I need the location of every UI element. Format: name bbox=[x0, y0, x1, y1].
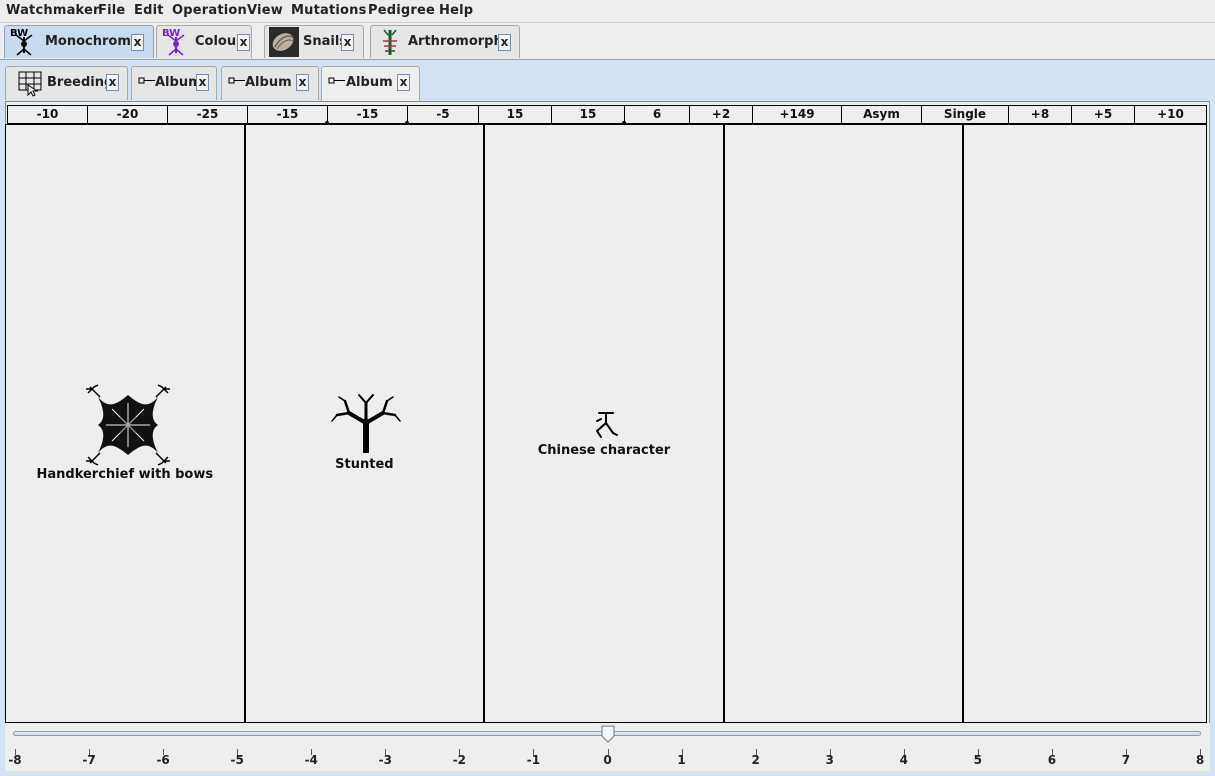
slider-tick-label: -4 bbox=[304, 753, 318, 767]
tab-album-close-button[interactable]: x bbox=[196, 74, 209, 91]
slider-tick-label: 3 bbox=[825, 753, 834, 767]
biomorph-caption: Stunted bbox=[335, 457, 394, 472]
stunted-tree-biomorph bbox=[330, 394, 401, 453]
slider-tick-label: 6 bbox=[1047, 753, 1057, 767]
album-cell-empty[interactable] bbox=[964, 125, 1206, 722]
gene-box[interactable]: -20 bbox=[88, 106, 168, 123]
breeding-grid-icon bbox=[18, 71, 42, 97]
gene-value: 6 bbox=[652, 107, 662, 121]
monochrome-biomorph-icon: BW bbox=[10, 28, 33, 56]
slider-thumb[interactable] bbox=[601, 725, 615, 743]
album-cell-handkerchief[interactable]: Handkerchief with bows bbox=[6, 125, 246, 722]
tab-breeding-close-button[interactable]: x bbox=[106, 74, 119, 91]
biomorph-caption: Chinese character bbox=[537, 443, 671, 458]
gene-box-marked[interactable]: -5 bbox=[405, 106, 479, 125]
gene-box-marked[interactable]: 6 bbox=[622, 106, 690, 125]
slider-tick-label: -7 bbox=[82, 753, 96, 767]
tab-snails-close-button[interactable]: x bbox=[341, 34, 354, 51]
slider-tick-label: 7 bbox=[1121, 753, 1131, 767]
tab-monochrome[interactable]: BW Monochrome x bbox=[4, 25, 154, 58]
gene-box[interactable]: 15 bbox=[479, 106, 552, 123]
tab-album-2[interactable]: Album 2 x bbox=[321, 66, 420, 101]
menu-pedigree[interactable]: Pedigree bbox=[368, 3, 435, 18]
slider-tick-label: 4 bbox=[899, 753, 908, 767]
slider-tick-label: 2 bbox=[751, 753, 760, 767]
tab-album-label: Album bbox=[155, 75, 202, 90]
chinese-character-biomorph bbox=[596, 412, 619, 438]
menu-watchmaker[interactable]: Watchmaker bbox=[6, 3, 100, 18]
slider-tick-label: 1 bbox=[677, 753, 686, 767]
gene-value: -15 bbox=[356, 107, 379, 121]
tab-snails[interactable]: Snails x bbox=[264, 25, 364, 58]
slider-tick-label: -6 bbox=[156, 753, 170, 767]
slider-tick-label: 0 bbox=[603, 753, 612, 767]
gene-box[interactable]: +149 bbox=[753, 106, 842, 123]
gene-box[interactable]: +10 bbox=[1135, 106, 1206, 123]
gene-box[interactable]: -25 bbox=[168, 106, 248, 123]
tab-monochrome-label: Monochrome bbox=[45, 34, 140, 49]
tab-colour[interactable]: BW Colour x bbox=[156, 25, 252, 58]
menu-help[interactable]: Help bbox=[439, 3, 473, 18]
snail-shell-icon bbox=[269, 27, 299, 57]
species-tab-row: BW Monochrome x BW Colour x Snails x Art… bbox=[0, 23, 1215, 59]
gene-box[interactable]: +2 bbox=[690, 106, 753, 123]
menu-operation[interactable]: Operation bbox=[172, 3, 247, 18]
album-cell-empty[interactable] bbox=[725, 125, 965, 722]
slider-tick-label: -2 bbox=[452, 753, 467, 767]
tab-album-1-close-button[interactable]: x bbox=[296, 74, 309, 91]
tab-arthromorphs-close-button[interactable]: x bbox=[498, 34, 511, 51]
gene-box[interactable]: 15 bbox=[552, 106, 625, 123]
zoom-slider[interactable]: -8 -7 -6 -5 -4 -3 -2 -1 0 1 2 3 4 5 6 7 8 bbox=[5, 723, 1210, 771]
menu-bar: Watchmaker File Edit Operation View Muta… bbox=[0, 0, 1215, 23]
menu-file[interactable]: File bbox=[98, 3, 125, 18]
tab-monochrome-close-button[interactable]: x bbox=[131, 34, 144, 51]
gene-box[interactable]: Asym bbox=[842, 106, 922, 123]
tab-colour-close-button[interactable]: x bbox=[237, 34, 250, 51]
tab-arthromorphs[interactable]: Arthromorphs x bbox=[370, 25, 520, 58]
gene-bar: -10 -20 -25 -15 -15 -5 15 15 6 +2 +149 A… bbox=[7, 105, 1207, 125]
handkerchief-biomorph bbox=[86, 384, 170, 466]
tab-arthromorphs-label: Arthromorphs bbox=[408, 34, 511, 49]
album-cell-chinese-character[interactable]: Chinese character bbox=[485, 125, 725, 722]
album-icon bbox=[328, 77, 345, 84]
menu-view[interactable]: View bbox=[247, 3, 283, 18]
album-icon bbox=[138, 77, 155, 84]
tab-album-1[interactable]: Album 1 x bbox=[221, 66, 319, 100]
tab-album[interactable]: Album x bbox=[131, 66, 217, 100]
gene-box-marked[interactable]: -15 bbox=[325, 106, 408, 125]
menu-mutations[interactable]: Mutations bbox=[291, 3, 367, 18]
album-cell-stunted[interactable]: Stunted bbox=[246, 125, 486, 722]
slider-tick-label: -8 bbox=[8, 753, 22, 767]
slider-tick-label: 8 bbox=[1195, 753, 1205, 767]
tab-breeding-label: Breeding bbox=[47, 75, 114, 90]
album-grid: Handkerchief with bows Stunted Chinese c… bbox=[5, 124, 1207, 723]
gene-box[interactable]: Single bbox=[922, 106, 1009, 123]
gene-box[interactable]: +5 bbox=[1072, 106, 1135, 123]
tab-colour-label: Colour bbox=[195, 34, 243, 49]
slider-tick-label: -3 bbox=[378, 753, 392, 767]
tab-breeding[interactable]: Breeding x bbox=[5, 66, 128, 100]
gene-box[interactable]: +8 bbox=[1009, 106, 1072, 123]
tab-album-2-close-button[interactable]: x bbox=[397, 74, 410, 91]
slider-tick-label: -5 bbox=[230, 753, 244, 767]
gene-box[interactable]: -10 bbox=[8, 106, 88, 123]
gene-box[interactable]: -15 bbox=[248, 106, 328, 123]
album-icon bbox=[228, 77, 245, 84]
menu-edit[interactable]: Edit bbox=[134, 3, 164, 18]
slider-tick-label: 5 bbox=[973, 753, 982, 767]
colour-biomorph-icon: BW bbox=[162, 28, 185, 56]
slider-tick-label: -1 bbox=[526, 753, 541, 767]
biomorph-caption: Handkerchief with bows bbox=[36, 467, 214, 482]
arthromorph-bug-icon bbox=[383, 29, 397, 55]
gene-value: -5 bbox=[436, 107, 450, 121]
